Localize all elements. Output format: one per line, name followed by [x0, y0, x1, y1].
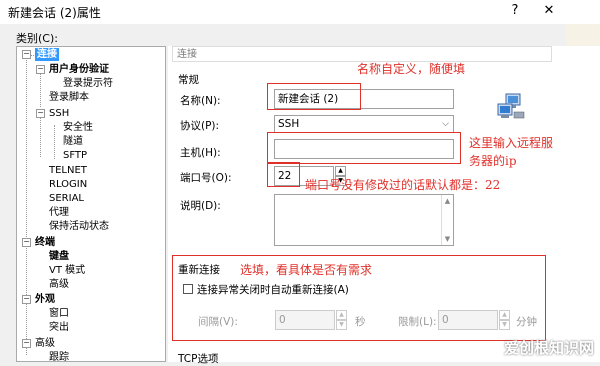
host-highlight-box	[267, 132, 461, 164]
help-button[interactable]: ?	[504, 2, 526, 20]
name-highlight-box	[267, 83, 361, 110]
general-section-title: 常规	[178, 74, 199, 86]
scroll-down-icon[interactable]: ▼	[442, 233, 453, 245]
tree-item-terminal[interactable]: 终端	[35, 236, 55, 249]
name-label: 名称(N):	[180, 95, 221, 107]
port-highlight-box	[267, 162, 300, 187]
description-field[interactable]	[274, 194, 454, 246]
host-annotation-line1: 这里输入远程服	[469, 136, 554, 150]
close-button[interactable]: ✕	[538, 2, 560, 20]
reconnect-annotation: 选填，看具体是否有需求	[240, 263, 373, 277]
category-tree[interactable]: − 连接 − 用户身份验证 登录提示符 登录脚本 − SSH 安全性 隧道 SF…	[16, 46, 166, 362]
expand-advanced-icon[interactable]: −	[22, 339, 31, 348]
tcp-options-title: TCP选项	[178, 353, 219, 365]
tree-item-telnet[interactable]: TELNET	[49, 164, 87, 177]
expand-user-auth-icon[interactable]: −	[36, 65, 45, 74]
network-computers-icon	[496, 92, 526, 125]
name-annotation: 名称自定义，随便填	[357, 62, 466, 76]
host-annotation-line2: 务器的ip	[469, 154, 517, 168]
tree-item-login-prompt[interactable]: 登录提示符	[63, 77, 113, 90]
port-annotation: 端口号没有修改过的话默认都是：22	[305, 178, 501, 192]
tree-item-security[interactable]: 安全性	[63, 121, 93, 134]
tree-item-keyboard[interactable]: 键盘	[49, 250, 69, 263]
tree-item-rlogin[interactable]: RLOGIN	[49, 178, 87, 191]
tree-item-advanced2[interactable]: 高级	[35, 337, 55, 350]
tree-item-user-auth[interactable]: 用户身份验证	[49, 63, 109, 76]
category-label: 类别(C):	[16, 32, 58, 45]
expand-connection-icon[interactable]: −	[22, 50, 31, 59]
tree-item-tunnel[interactable]: 隧道	[63, 135, 83, 148]
protocol-select[interactable]: SSH ⌵	[274, 115, 454, 133]
description-label: 说明(D):	[180, 200, 221, 212]
port-up-icon[interactable]: ▲	[335, 166, 346, 176]
scroll-up-icon[interactable]: ▲	[442, 195, 453, 207]
tree-item-window[interactable]: 窗口	[49, 307, 69, 320]
tree-item-appearance[interactable]: 外观	[35, 293, 55, 306]
tree-item-advanced[interactable]: 高级	[49, 278, 69, 291]
tree-item-vt-mode[interactable]: VT 模式	[49, 264, 85, 277]
protocol-label: 协议(P):	[180, 120, 220, 132]
window-title: 新建会话 (2)属性	[8, 6, 101, 20]
watermark: 爱创根知识网	[503, 339, 594, 357]
expand-appearance-icon[interactable]: −	[22, 295, 31, 304]
tree-item-login-script[interactable]: 登录脚本	[49, 91, 89, 104]
description-scrollbar[interactable]: ▲ ▼	[441, 195, 453, 245]
protocol-value: SSH	[278, 118, 300, 130]
host-label: 主机(H):	[180, 147, 221, 159]
chevron-down-icon: ⌵	[442, 119, 449, 129]
tree-item-proxy[interactable]: 代理	[49, 206, 69, 219]
tree-item-ssh[interactable]: SSH	[49, 107, 69, 120]
tree-item-connection[interactable]: 连接	[35, 48, 59, 61]
port-label: 端口号(O):	[180, 172, 232, 184]
expand-terminal-icon[interactable]: −	[22, 238, 31, 247]
tree-item-trace[interactable]: 跟踪	[49, 351, 69, 361]
tree-item-keepalive[interactable]: 保持活动状态	[49, 220, 109, 233]
tree-item-serial[interactable]: SERIAL	[49, 192, 84, 205]
tree-item-sftp[interactable]: SFTP	[63, 149, 87, 162]
expand-ssh-icon[interactable]: −	[36, 109, 45, 118]
tree-item-highlight[interactable]: 突出	[49, 321, 69, 334]
